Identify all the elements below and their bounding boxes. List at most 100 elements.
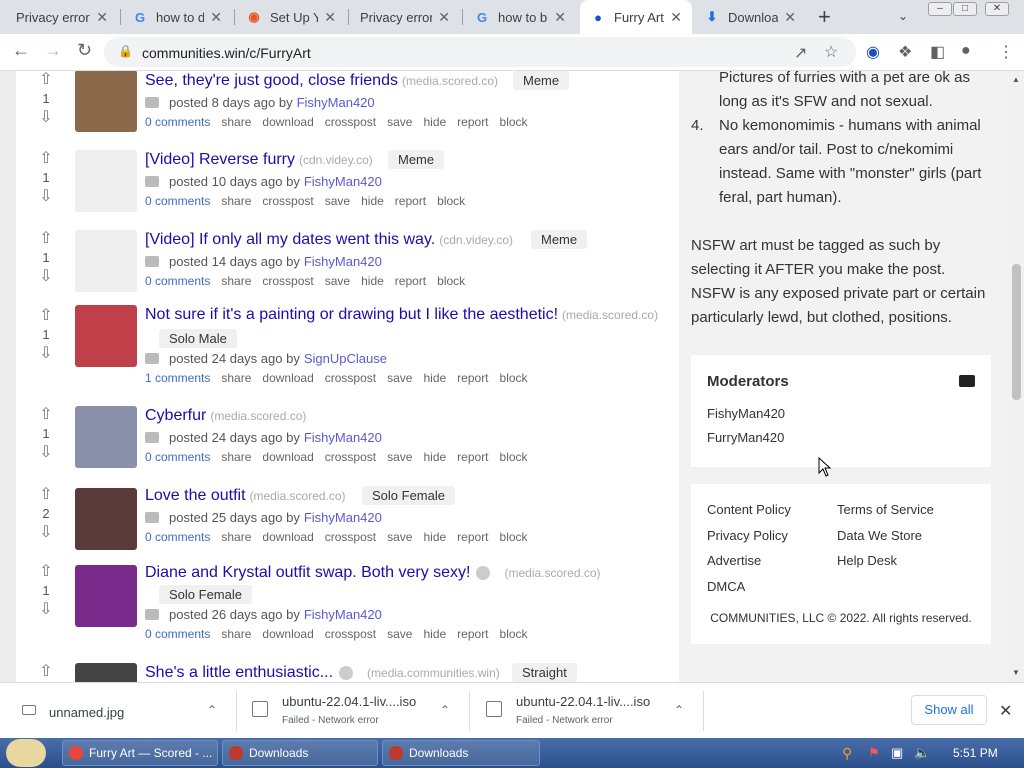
comments-link[interactable]: 0 comments	[145, 194, 210, 208]
browser-tab[interactable]: ● Furry Art ✕	[580, 0, 692, 34]
post-flair[interactable]: Straight	[512, 663, 577, 682]
scroll-up-icon[interactable]: ▲	[1012, 75, 1020, 84]
browser-tab[interactable]: ⬇ Downloa ✕	[694, 0, 806, 34]
action-save[interactable]: save	[325, 274, 350, 288]
post-domain[interactable]: (cdn.videy.co)	[439, 233, 513, 247]
volume-tray-icon[interactable]: 🔈	[914, 745, 930, 761]
footer-link[interactable]: Content Policy	[707, 502, 791, 517]
action-share[interactable]: share	[221, 371, 251, 385]
action-crosspost[interactable]: crosspost	[325, 371, 376, 385]
footer-link[interactable]: Advertise	[707, 553, 761, 568]
close-tab-icon[interactable]: ✕	[324, 9, 336, 26]
author-link[interactable]: FishyMan420	[297, 95, 375, 110]
action-crosspost[interactable]: crosspost	[325, 530, 376, 544]
downvote-arrow-icon[interactable]: ⇩	[36, 601, 56, 619]
scrollbar-thumb[interactable]	[1012, 264, 1021, 400]
search-tray-icon[interactable]: ⚲	[842, 745, 852, 762]
action-share[interactable]: share	[221, 274, 251, 288]
post-thumbnail[interactable]	[75, 565, 137, 627]
action-block[interactable]: block	[500, 627, 528, 641]
action-save[interactable]: save	[387, 530, 412, 544]
download-item[interactable]: unnamed.jpg ⌃	[18, 683, 230, 739]
lock-icon[interactable]: 🔒	[118, 44, 133, 58]
action-hide[interactable]: hide	[423, 450, 446, 464]
action-download[interactable]: download	[262, 450, 313, 464]
download-menu-chevron-icon[interactable]: ⌃	[440, 703, 450, 717]
post-domain[interactable]: (media.scored.co)	[250, 489, 346, 503]
comments-link[interactable]: 0 comments	[145, 450, 210, 464]
footer-link[interactable]: Data We Store	[837, 528, 922, 543]
upvote-arrow-icon[interactable]: ⇧	[36, 663, 56, 681]
action-report[interactable]: report	[457, 115, 488, 129]
action-report[interactable]: report	[457, 627, 488, 641]
action-block[interactable]: block	[500, 530, 528, 544]
post-thumbnail[interactable]	[75, 150, 137, 212]
action-block[interactable]: block	[500, 371, 528, 385]
action-download[interactable]: download	[262, 371, 313, 385]
display-tray-icon[interactable]: ▣	[891, 745, 903, 761]
action-report[interactable]: report	[457, 530, 488, 544]
footer-link[interactable]: Terms of Service	[837, 502, 934, 517]
post-title-link[interactable]: [Video] If only all my dates went this w…	[145, 231, 435, 248]
downvote-arrow-icon[interactable]: ⇩	[36, 188, 56, 206]
tab-search-icon[interactable]: ⌄	[898, 9, 908, 23]
upvote-arrow-icon[interactable]: ⇧	[36, 230, 56, 248]
extensions-puzzle-icon[interactable]: ❖	[898, 42, 912, 62]
upvote-arrow-icon[interactable]: ⇧	[36, 150, 56, 168]
comments-link[interactable]: 0 comments	[145, 115, 210, 129]
upvote-arrow-icon[interactable]: ⇧	[36, 563, 56, 581]
minimize-window-icon[interactable]: –	[928, 2, 952, 16]
post-thumbnail[interactable]	[75, 488, 137, 550]
moderator-link[interactable]: FurryMan420	[707, 430, 785, 445]
browser-tab[interactable]: Privacy error ✕	[350, 0, 460, 34]
action-share[interactable]: share	[221, 530, 251, 544]
close-tab-icon[interactable]: ✕	[554, 9, 566, 26]
clock[interactable]: 5:51 PM	[953, 746, 998, 760]
downvote-arrow-icon[interactable]: ⇩	[36, 524, 56, 542]
upvote-arrow-icon[interactable]: ⇧	[36, 307, 56, 325]
downvote-arrow-icon[interactable]: ⇩	[36, 268, 56, 286]
side-panel-icon[interactable]: ◧	[930, 42, 945, 62]
url-text[interactable]: communities.win/c/FurryArt	[142, 45, 311, 61]
post-domain[interactable]: (media.scored.co)	[504, 566, 600, 580]
action-save[interactable]: save	[387, 450, 412, 464]
browser-tab[interactable]: Ghow to bu ✕	[464, 0, 576, 34]
action-crosspost[interactable]: crosspost	[325, 450, 376, 464]
download-item[interactable]: ubuntu-22.04.1-liv....iso Failed - Networ…	[250, 683, 462, 739]
browser-tab[interactable]: Privacy error ✕	[6, 0, 118, 34]
footer-link[interactable]: DMCA	[707, 579, 745, 594]
post-title-link[interactable]: Not sure if it's a painting or drawing b…	[145, 306, 558, 323]
author-link[interactable]: FishyMan420	[304, 254, 382, 269]
comments-link[interactable]: 0 comments	[145, 274, 210, 288]
post-domain[interactable]: (media.communities.win)	[367, 666, 500, 680]
action-save[interactable]: save	[387, 115, 412, 129]
downvote-arrow-icon[interactable]: ⇩	[36, 444, 56, 462]
bookmark-star-icon[interactable]: ☆	[824, 42, 838, 62]
mail-icon[interactable]	[959, 375, 975, 387]
action-crosspost[interactable]: crosspost	[325, 627, 376, 641]
action-share[interactable]: share	[221, 194, 251, 208]
action-crosspost[interactable]: crosspost	[262, 194, 313, 208]
action-share[interactable]: share	[221, 450, 251, 464]
address-bar[interactable]: 🔒 communities.win/c/FurryArt ↗ ☆	[104, 37, 856, 67]
back-icon[interactable]: ←	[12, 40, 30, 61]
action-hide[interactable]: hide	[423, 371, 446, 385]
downvote-arrow-icon[interactable]: ⇩	[36, 345, 56, 363]
close-window-icon[interactable]: ✕	[985, 2, 1009, 16]
post-title-link[interactable]: Diane and Krystal outfit swap. Both very…	[145, 564, 470, 581]
download-menu-chevron-icon[interactable]: ⌃	[207, 703, 217, 717]
action-block[interactable]: block	[500, 115, 528, 129]
post-title-link[interactable]: Love the outfit	[145, 487, 246, 504]
footer-link[interactable]: Help Desk	[837, 553, 897, 568]
action-save[interactable]: save	[325, 194, 350, 208]
network-tray-icon[interactable]: ⚑	[868, 745, 880, 761]
profile-avatar-icon[interactable]: ●	[961, 42, 971, 60]
share-icon[interactable]: ↗	[794, 43, 807, 63]
forward-icon[interactable]: →	[44, 40, 62, 61]
action-report[interactable]: report	[457, 371, 488, 385]
post-domain[interactable]: (cdn.videy.co)	[299, 153, 373, 167]
start-menu-icon[interactable]	[6, 739, 46, 767]
action-block[interactable]: block	[500, 450, 528, 464]
author-link[interactable]: FishyMan420	[304, 607, 382, 622]
close-download-bar-icon[interactable]: ✕	[999, 701, 1012, 721]
